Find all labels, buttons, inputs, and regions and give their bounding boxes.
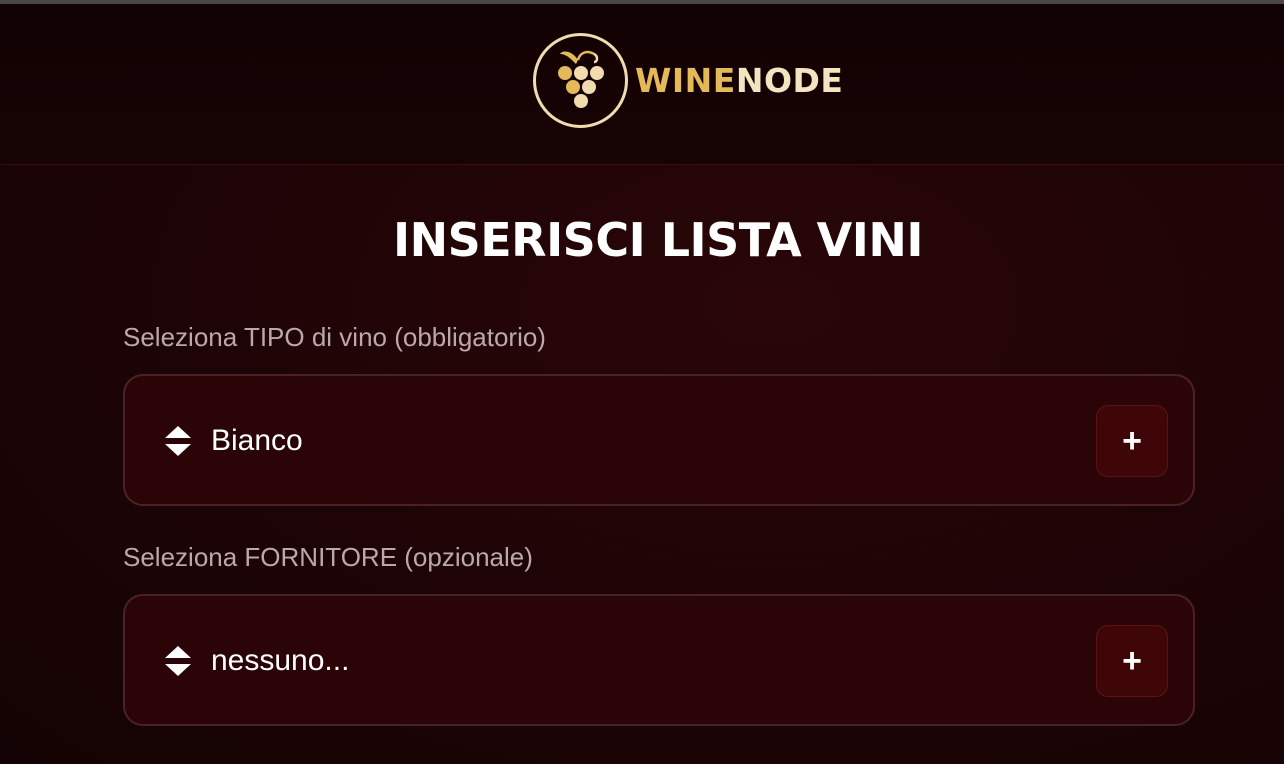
brand-name-part2: NODE bbox=[735, 61, 844, 100]
add-supplier-button[interactable]: + bbox=[1096, 625, 1168, 697]
grape-vine-icon bbox=[533, 33, 628, 128]
supplier-label: Seleziona FORNITORE (opzionale) bbox=[123, 542, 533, 572]
sort-updown-icon bbox=[165, 646, 191, 676]
brand-name-part1: WINE bbox=[635, 61, 736, 100]
wine-type-select[interactable]: Bianco + bbox=[123, 374, 1195, 506]
sort-updown-icon bbox=[165, 426, 191, 456]
wine-type-value: Bianco bbox=[211, 424, 303, 457]
site-header: WINENODE bbox=[0, 4, 1284, 165]
app-page: WINENODE INSERISCI LISTA VINI Seleziona … bbox=[0, 0, 1284, 764]
page-title: INSERISCI LISTA VINI bbox=[392, 213, 924, 267]
supplier-value: nessuno... bbox=[211, 644, 350, 677]
brand-name: WINENODE bbox=[635, 61, 843, 100]
winenode-logo[interactable]: WINENODE bbox=[533, 33, 843, 128]
supplier-select[interactable]: nessuno... + bbox=[123, 594, 1195, 726]
wine-type-label: Seleziona TIPO di vino (obbligatorio) bbox=[123, 322, 546, 352]
add-wine-type-button[interactable]: + bbox=[1096, 405, 1168, 477]
